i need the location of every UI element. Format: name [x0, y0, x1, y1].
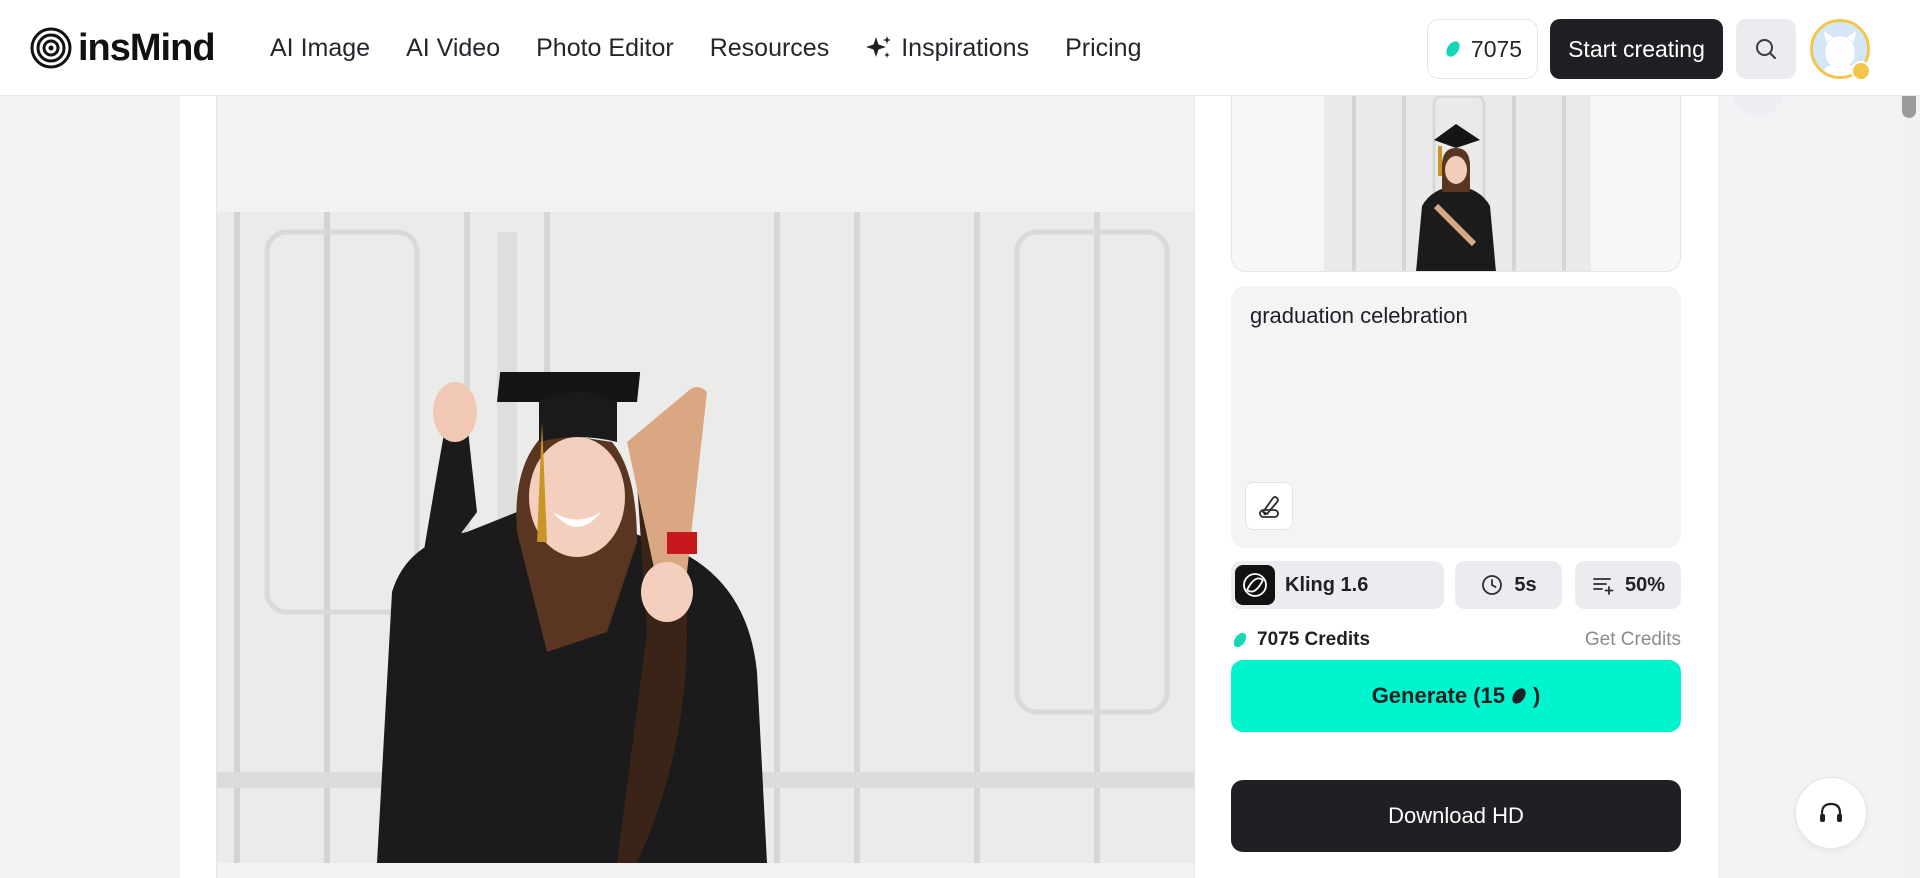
- duration-label: 5s: [1514, 573, 1537, 596]
- duration-selector[interactable]: 5s: [1455, 561, 1562, 609]
- graduate-photo: [217, 212, 1194, 863]
- credit-bean-icon: [1233, 632, 1247, 648]
- nav-item-ai-image[interactable]: AI Image: [270, 34, 370, 63]
- sparkle-icon: [866, 36, 892, 58]
- top-navigation-bar: insMind AI Image AI Video Photo Editor R…: [0, 0, 1920, 96]
- model-selector[interactable]: Kling 1.6: [1231, 561, 1444, 609]
- scrollbar-track[interactable]: [1898, 0, 1920, 878]
- get-credits-link[interactable]: Get Credits: [1585, 629, 1681, 651]
- prompt-enhance-button[interactable]: [1245, 482, 1293, 530]
- strength-label: 50%: [1624, 573, 1666, 596]
- strength-selector[interactable]: 50%: [1575, 561, 1681, 609]
- search-icon: [1756, 39, 1776, 59]
- nav-item-label: Inspirations: [901, 33, 1030, 62]
- clock-icon: [1482, 575, 1503, 595]
- nav-item-label: AI Video: [406, 33, 501, 62]
- vip-crown-icon: [1851, 61, 1871, 81]
- generate-button[interactable]: Generate (15 ): [1231, 660, 1681, 732]
- credits-count: 7075: [1470, 35, 1523, 62]
- nav-item-label: Photo Editor: [536, 33, 674, 62]
- download-hd-button[interactable]: Download HD: [1231, 780, 1681, 852]
- generate-label: Generate (15: [1371, 683, 1505, 708]
- nav-item-inspirations[interactable]: Inspirations: [865, 34, 1029, 63]
- nav-item-photo-editor[interactable]: Photo Editor: [536, 34, 674, 63]
- credit-bean-icon: [1446, 41, 1460, 57]
- credits-balance-label: 7075 Credits: [1257, 629, 1371, 650]
- prompt-textarea[interactable]: graduation celebration: [1231, 286, 1681, 548]
- main-nav: AI Image AI Video Photo Editor Resources…: [270, 0, 1142, 96]
- reference-thumbnail: [1324, 96, 1591, 271]
- credits-badge[interactable]: 7075: [1427, 19, 1538, 79]
- nav-item-resources[interactable]: Resources: [710, 34, 830, 63]
- brand-name: insMind: [78, 26, 216, 69]
- nav-item-label: Resources: [709, 33, 830, 62]
- support-button[interactable]: [1795, 777, 1867, 849]
- model-label: Kling 1.6: [1285, 573, 1369, 596]
- list-settings-icon: [1593, 578, 1614, 595]
- nav-item-ai-video[interactable]: AI Video: [406, 34, 500, 63]
- credits-balance: 7075 Credits: [1231, 629, 1370, 651]
- nav-item-label: Pricing: [1065, 33, 1142, 62]
- kling-logo-icon: [1235, 565, 1275, 605]
- prompt-text[interactable]: graduation celebration: [1250, 303, 1468, 329]
- start-creating-button[interactable]: Start creating: [1550, 19, 1723, 79]
- headset-icon: [1820, 802, 1842, 822]
- reference-image-box[interactable]: [1231, 96, 1681, 272]
- nav-item-label: AI Image: [270, 33, 371, 62]
- credits-row: 7075 Credits Get Credits: [1231, 628, 1681, 652]
- nav-item-pricing[interactable]: Pricing: [1065, 34, 1141, 63]
- generate-suffix: ): [1532, 683, 1541, 708]
- logo-icon: [30, 27, 72, 69]
- brand-logo[interactable]: insMind: [30, 26, 216, 69]
- credit-bean-icon: [1512, 688, 1526, 704]
- magic-pen-icon: [1259, 496, 1279, 518]
- search-button[interactable]: [1736, 19, 1796, 79]
